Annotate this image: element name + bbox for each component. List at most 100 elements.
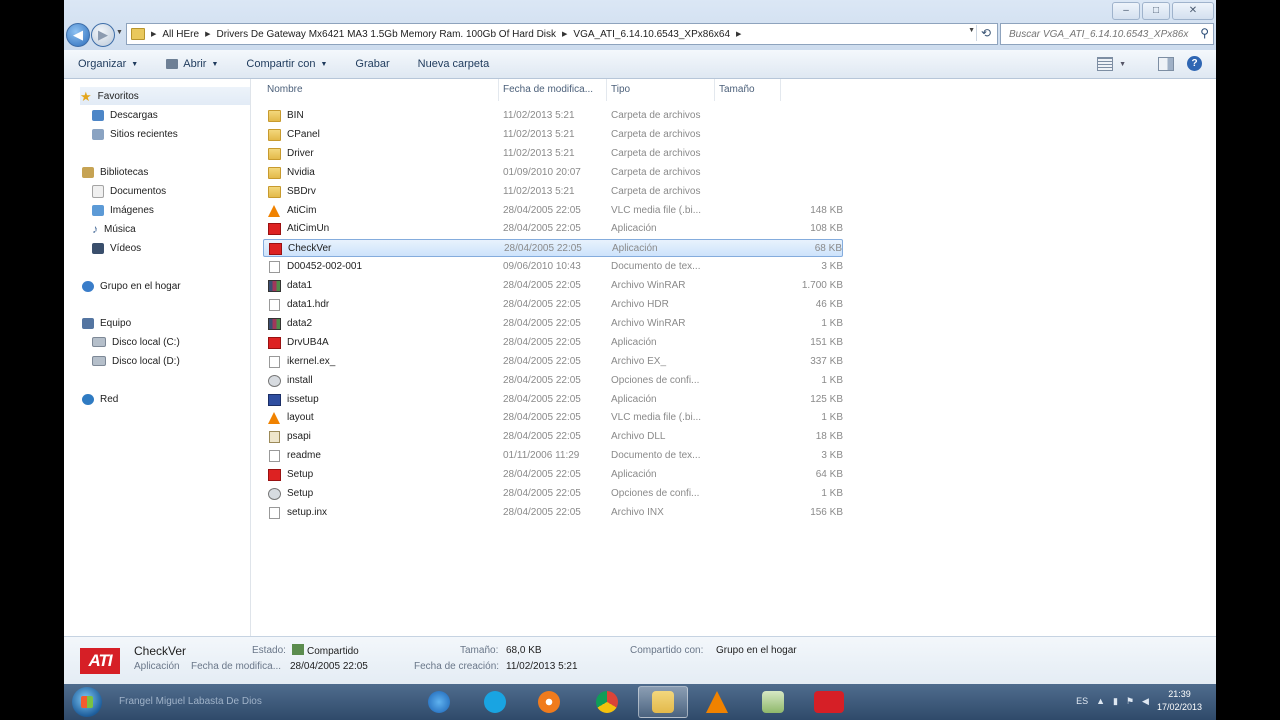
file-row[interactable]: BIN 11/02/2013 5:21 Carpeta de archivos [263, 107, 843, 125]
nav-computer[interactable]: Equipo [82, 314, 131, 332]
taskbar-vlc[interactable] [692, 686, 742, 718]
address-bar[interactable]: ▶ All HEre ▶ Drivers De Gateway Mx6421 M… [126, 23, 998, 45]
volume-icon[interactable]: ◀ [1142, 696, 1149, 707]
file-row[interactable]: data2 28/04/2005 22:05 Archivo WinRAR 1 KB [263, 315, 843, 333]
folder-icon [652, 691, 674, 713]
nav-label: Documentos [110, 185, 167, 197]
nav-drive-d[interactable]: Disco local (D:) [92, 352, 180, 370]
breadcrumb-vga-ati[interactable]: VGA_ATI_6.14.10.6543_XPx86x64 [573, 29, 730, 40]
chevron-right-icon[interactable]: ▶ [151, 30, 156, 38]
details-modified-label: Fecha de modifica... [191, 661, 282, 672]
taskbar-ati[interactable] [804, 686, 854, 718]
file-row[interactable]: issetup 28/04/2005 22:05 Aplicación 125 KB [263, 391, 843, 409]
language-indicator[interactable]: ES [1076, 696, 1088, 706]
breadcrumb-all-here[interactable]: All HEre [162, 29, 199, 40]
clock-date: 17/02/2013 [1156, 702, 1202, 712]
file-row[interactable]: ikernel.ex_ 28/04/2005 22:05 Archivo EX_ 33… [263, 353, 843, 371]
nav-drive-c[interactable]: Disco local (C:) [92, 333, 180, 351]
file-row[interactable]: readme 01/11/2006 11:29 Documento de tex..… [263, 447, 843, 465]
show-hidden-icons-icon[interactable]: ▲ [1096, 696, 1105, 706]
search-box[interactable]: ⚲ [1000, 23, 1214, 45]
details-state-text: Compartido [307, 646, 359, 657]
nav-favorites[interactable]: ★ Favoritos [80, 87, 250, 105]
nav-images[interactable]: Imágenes [92, 201, 154, 219]
file-row[interactable]: setup.inx 28/04/2005 22:05 Archivo INX 156 … [263, 504, 843, 522]
nav-recent-places[interactable]: Sitios recientes [92, 125, 178, 143]
nav-documents[interactable]: Documentos [92, 182, 166, 200]
file-row[interactable]: Nvidia 01/09/2010 20:07 Carpeta de archivo… [263, 164, 843, 182]
file-type: Archivo WinRAR [611, 280, 686, 292]
chevron-right-icon[interactable]: ▶ [562, 30, 567, 38]
file-row[interactable]: data1 28/04/2005 22:05 Archivo WinRAR 1.700… [263, 277, 843, 295]
close-icon[interactable]: ✕ [1172, 2, 1214, 20]
back-arrow-icon[interactable]: ◀ [66, 23, 90, 47]
address-dropdown-icon[interactable]: ▼ [968, 27, 975, 34]
chevron-right-icon[interactable]: ▶ [205, 30, 210, 38]
file-row[interactable]: Setup 28/04/2005 22:05 Aplicación 64 KB [263, 466, 843, 484]
file-date-modified: 28/04/2005 22:05 [503, 374, 581, 386]
file-row[interactable]: AtiCimUn 28/04/2005 22:05 Aplicación 108 KB [263, 220, 843, 238]
change-view-button[interactable]: ▼ [1097, 57, 1126, 71]
file-date-modified: 28/04/2005 22:05 [503, 299, 581, 310]
column-header-size[interactable]: Tamaño [715, 79, 781, 101]
organize-button[interactable]: Organizar ▼ [64, 50, 152, 78]
nav-homegroup[interactable]: Grupo en el hogar [82, 277, 181, 295]
file-name: DrvUB4A [287, 336, 329, 348]
taskbar-media-player[interactable] [524, 686, 574, 718]
taskbar-chrome[interactable] [582, 686, 632, 718]
file-size: 1 KB [821, 488, 843, 499]
taskbar-control-panel[interactable] [748, 686, 798, 718]
breadcrumb-drivers-gateway[interactable]: Drivers De Gateway Mx6421 MA3 1.5Gb Memo… [216, 29, 556, 40]
forward-arrow-icon[interactable]: ▶ [91, 23, 115, 47]
search-input[interactable] [1007, 27, 1191, 41]
chevron-right-icon[interactable]: ▶ [736, 30, 741, 38]
nav-videos[interactable]: Vídeos [92, 239, 141, 257]
file-row[interactable]: psapi 28/04/2005 22:05 Archivo DLL 18 KB [263, 428, 843, 446]
file-type: Archivo HDR [611, 299, 669, 310]
search-icon[interactable]: ⚲ [1200, 26, 1209, 40]
nav-music[interactable]: ♪ Música [92, 220, 136, 238]
file-row[interactable]: layout 28/04/2005 22:05 VLC media file (.b… [263, 409, 843, 427]
file-row[interactable]: data1.hdr 28/04/2005 22:05 Archivo HDR 46 K… [263, 296, 843, 314]
file-row[interactable]: Driver 11/02/2013 5:21 Carpeta de archivos [263, 145, 843, 163]
file-name: CheckVer [288, 243, 332, 255]
file-row[interactable]: SBDrv 11/02/2013 5:21 Carpeta de archivos [263, 183, 843, 201]
start-button[interactable] [72, 687, 102, 717]
file-size: 108 KB [810, 223, 843, 235]
recent-pages-dropdown-icon[interactable]: ▼ [116, 29, 123, 36]
taskbar-windows-explorer[interactable] [638, 686, 688, 718]
refresh-icon[interactable]: ⟲ [976, 25, 995, 41]
file-row[interactable]: CheckVer 28/04/2005 22:05 Aplicación 68 KB [263, 239, 843, 258]
file-date-modified: 11/02/2013 5:21 [503, 147, 575, 159]
preview-pane-icon[interactable] [1158, 57, 1174, 71]
nav-downloads[interactable]: Descargas [92, 106, 158, 124]
maximize-icon[interactable]: □ [1142, 2, 1170, 20]
file-row[interactable]: D00452-002-001 09/06/2010 10:43 Documento … [263, 258, 843, 276]
file-row[interactable]: install 28/04/2005 22:05 Opciones de confi… [263, 372, 843, 390]
taskbar-skype[interactable] [470, 686, 520, 718]
file-date-modified: 28/04/2005 22:05 [503, 280, 581, 292]
chrome-icon [596, 691, 618, 713]
new-folder-button[interactable]: Nueva carpeta [404, 50, 504, 78]
help-icon[interactable]: ? [1187, 56, 1202, 71]
file-row[interactable]: Setup 28/04/2005 22:05 Opciones de confi..… [263, 485, 843, 503]
file-row[interactable]: DrvUB4A 28/04/2005 22:05 Aplicación 151 KB [263, 334, 843, 352]
column-header-date[interactable]: Fecha de modifica... [499, 79, 607, 101]
network-signal-icon[interactable]: ▮ [1113, 696, 1118, 707]
clock[interactable]: 21:39 17/02/2013 [1157, 688, 1202, 714]
flag-icon[interactable]: ⚑ [1126, 696, 1134, 707]
minimize-icon[interactable]: – [1112, 2, 1140, 20]
file-type: VLC media file (.bi... [611, 204, 702, 216]
burn-button[interactable]: Grabar [341, 50, 403, 78]
chevron-down-icon: ▼ [1119, 60, 1126, 68]
file-row[interactable]: AtiCim 28/04/2005 22:05 VLC media file (.b… [263, 202, 843, 220]
column-header-name[interactable]: Nombre [263, 79, 499, 101]
open-button[interactable]: Abrir ▼ [152, 50, 232, 78]
share-with-button[interactable]: Compartir con ▼ [232, 50, 341, 78]
nav-libraries[interactable]: Bibliotecas [82, 163, 148, 181]
taskbar-internet-explorer[interactable] [414, 686, 464, 718]
file-row[interactable]: CPanel 11/02/2013 5:21 Carpeta de archivos [263, 126, 843, 144]
column-header-type[interactable]: Tipo [607, 79, 715, 101]
nav-network[interactable]: Red [82, 390, 118, 408]
nav-label: Red [100, 393, 119, 405]
